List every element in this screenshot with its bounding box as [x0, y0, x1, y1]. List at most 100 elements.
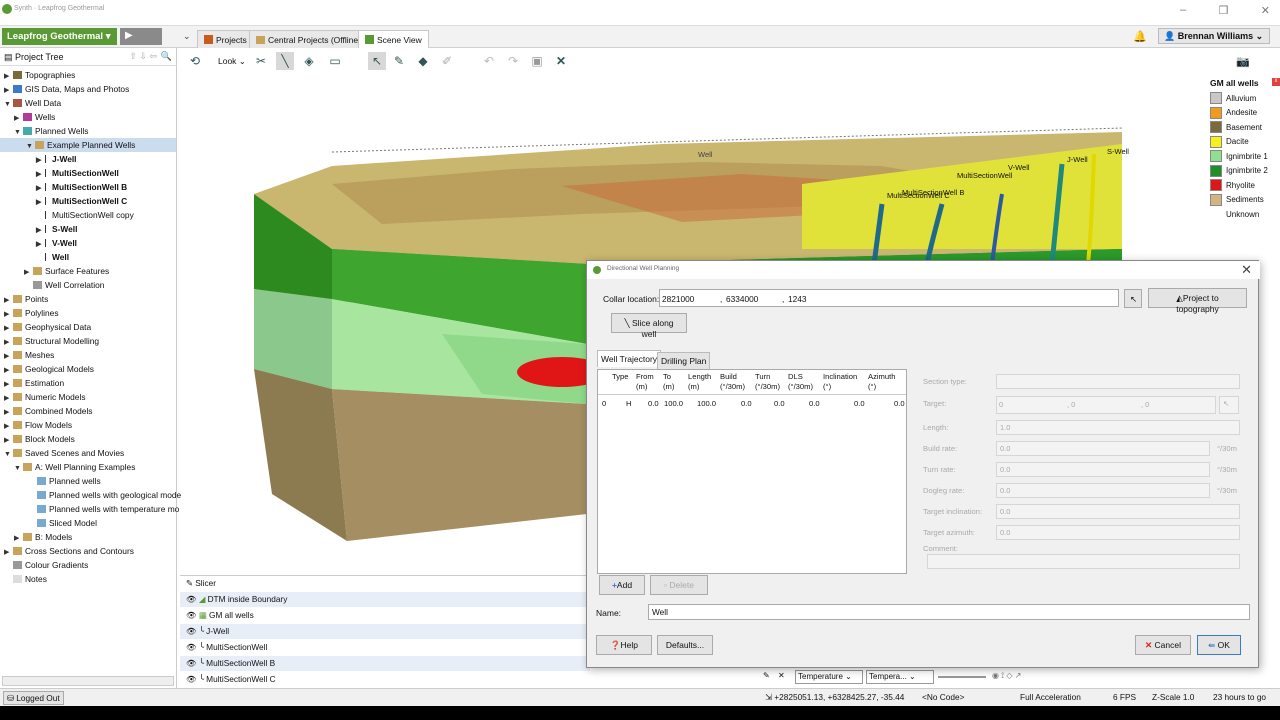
tree-item-meshes[interactable]: ▶ Meshes: [4, 348, 54, 362]
maximize-icon[interactable]: ❐: [1219, 4, 1229, 18]
tree-item-planned-wells-temp[interactable]: Planned wells with temperature mo: [36, 502, 179, 516]
tree-item-colour-gradients[interactable]: Colour Gradients: [4, 558, 88, 572]
gradient-select[interactable]: Tempera... ⌄: [866, 670, 934, 684]
tree-nav-icons[interactable]: ⇧ ⇩ ⇦: [129, 51, 157, 62]
target-field[interactable]: 0 , 0 , 0: [996, 396, 1216, 414]
select-icon[interactable]: ↖: [368, 52, 386, 70]
tree-item-gis[interactable]: ▶ GIS Data, Maps and Photos: [4, 82, 129, 96]
visibility-icons[interactable]: ◉ ⟟ ◇ ↗: [992, 671, 1021, 681]
camera-icon[interactable]: ⟲: [186, 52, 204, 70]
paint-icon[interactable]: ◆: [414, 52, 432, 70]
tree-item-example-planned-wells[interactable]: ▼ Example Planned Wells: [0, 138, 176, 152]
tree-item-planned-wells-scene[interactable]: Planned wells: [36, 474, 101, 488]
edit-icon[interactable]: ✎: [763, 671, 770, 680]
tree-item-geophysical[interactable]: ▶ Geophysical Data: [4, 320, 91, 334]
target-x[interactable]: 0: [999, 400, 1003, 409]
tree-item-well-planning-examples[interactable]: ▼ A: Well Planning Examples: [14, 460, 135, 474]
cancel-button[interactable]: ✕ Cancel: [1135, 635, 1191, 655]
collar-location-field[interactable]: 2821000 , 6334000 , 1243: [659, 289, 1119, 307]
tree-item-multisectionwell[interactable]: ▶ MultiSectionWell: [36, 166, 119, 180]
shown-item-msw[interactable]: 👁 ╰ MultiSectionWell: [180, 640, 590, 655]
chevron-down-icon[interactable]: ⌄: [183, 31, 191, 42]
bell-icon[interactable]: 🔔: [1133, 30, 1147, 43]
opacity-slider[interactable]: [938, 676, 986, 678]
target-z[interactable]: , 0: [1141, 400, 1149, 409]
tree-item-s-well[interactable]: ▶ S-Well: [36, 222, 77, 236]
user-menu[interactable]: 👤 Brennan Williams ⌄: [1158, 28, 1270, 44]
logged-out-button[interactable]: ⛁ Logged Out: [3, 691, 64, 705]
dialog-close-icon[interactable]: ✕: [1241, 262, 1252, 278]
tab-drilling-plan[interactable]: Drilling Plan: [657, 352, 711, 369]
screenshot-camera-icon[interactable]: 📷: [1236, 55, 1250, 68]
colour-select[interactable]: Temperature ⌄: [795, 670, 863, 684]
search-icon[interactable]: 🔍: [161, 51, 172, 62]
delete-button[interactable]: ▫ Delete: [650, 575, 708, 595]
tree-item-saved-scenes[interactable]: ▼ Saved Scenes and Movies: [4, 446, 124, 460]
help-button[interactable]: ❓Help: [596, 635, 652, 655]
remove-icon[interactable]: ✕: [778, 671, 785, 680]
name-input[interactable]: Well: [648, 604, 1250, 620]
ruler-icon[interactable]: ╲: [276, 52, 294, 70]
length-input[interactable]: 1.0: [996, 420, 1240, 435]
tree-item-notes[interactable]: Notes: [4, 572, 47, 586]
tree-item-planned-wells[interactable]: ▼ Planned Wells: [14, 124, 88, 138]
build-rate-input[interactable]: 0.0: [996, 441, 1210, 456]
eye-icon[interactable]: 👁: [186, 626, 197, 636]
add-button[interactable]: +Add: [599, 575, 645, 595]
tree-item-surface-features[interactable]: ▶ Surface Features: [24, 264, 109, 278]
tree-item-well-data[interactable]: ▼ Well Data: [4, 96, 61, 110]
slice-along-well-button[interactable]: ╲ Slice along well: [611, 313, 687, 339]
eye-icon[interactable]: 👁: [186, 674, 197, 684]
shown-item-mswc[interactable]: 👁 ╰ MultiSectionWell C: [180, 672, 590, 687]
close-tool-icon[interactable]: ✕: [552, 52, 570, 70]
target-y[interactable]: , 0: [1067, 400, 1075, 409]
tree-item-estimation[interactable]: ▶ Estimation: [4, 376, 64, 390]
tree-item-v-well[interactable]: ▶ V-Well: [36, 236, 77, 250]
box-icon[interactable]: ▭: [326, 52, 344, 70]
target-inclination-input[interactable]: 0.0: [996, 504, 1240, 519]
tree-item-planned-wells-geo[interactable]: Planned wells with geological mode: [36, 488, 181, 502]
collar-z-input[interactable]: 1243: [788, 294, 806, 304]
collar-x-input[interactable]: 2821000: [662, 294, 694, 304]
eye-icon[interactable]: 👁: [186, 610, 197, 620]
eye-icon[interactable]: 👁: [186, 642, 197, 652]
app-menu-button[interactable]: Leapfrog Geothermal ▾: [2, 28, 117, 45]
draw-line-icon[interactable]: ✎: [390, 52, 408, 70]
pencil-icon[interactable]: ✐: [438, 52, 456, 70]
comment-input[interactable]: [927, 554, 1240, 569]
legend-close-icon[interactable]: x: [1272, 78, 1280, 86]
tab-projects[interactable]: Projects: [197, 30, 254, 48]
tab-well-trajectory[interactable]: Well Trajectory: [597, 350, 662, 367]
shown-item-gm[interactable]: 👁 ▦ GM all wells: [180, 608, 590, 623]
minimize-icon[interactable]: –: [1180, 4, 1186, 18]
eye-icon[interactable]: 👁: [186, 658, 197, 668]
section-type-select[interactable]: [996, 374, 1240, 389]
tree-item-multisectionwell-b[interactable]: ▶ MultiSectionWell B: [36, 180, 127, 194]
tree-item-topographies[interactable]: ▶ Topographies: [4, 68, 75, 82]
tree-item-numeric-models[interactable]: ▶ Numeric Models: [4, 390, 86, 404]
slicer-icon[interactable]: ✂: [252, 52, 270, 70]
pick-collar-button[interactable]: ↖: [1124, 289, 1142, 308]
turn-rate-input[interactable]: 0.0: [996, 462, 1210, 477]
undo-icon[interactable]: ↶: [480, 52, 498, 70]
shown-item-slicer[interactable]: ✎ Slicer: [180, 576, 590, 591]
table-row[interactable]: 0 H 0.0 100.0 100.0 0.0 0.0 0.0 0.0 0.0: [598, 397, 906, 409]
tab-central-projects[interactable]: Central Projects (Offline): [249, 30, 368, 48]
tree-item-structural[interactable]: ▶ Structural Modelling: [4, 334, 99, 348]
pick-target-button[interactable]: ↖: [1219, 396, 1239, 414]
tree-item-multisectionwell-c[interactable]: ▶ MultiSectionWell C: [36, 194, 127, 208]
tree-item-flow-models[interactable]: ▶ Flow Models: [4, 418, 72, 432]
tree-item-well-correlation[interactable]: Well Correlation: [24, 278, 104, 292]
redo-icon[interactable]: ↷: [504, 52, 522, 70]
collar-y-input[interactable]: 6334000: [726, 294, 758, 304]
dogleg-rate-input[interactable]: 0.0: [996, 483, 1210, 498]
play-button[interactable]: ▶: [120, 28, 162, 45]
target-azimuth-input[interactable]: 0.0: [996, 525, 1240, 540]
project-to-topography-button[interactable]: ◭Project to topography: [1148, 288, 1247, 314]
close-icon[interactable]: ✕: [1261, 4, 1270, 18]
tab-scene-view[interactable]: Scene View: [358, 30, 429, 48]
tree-item-well[interactable]: Well: [36, 250, 69, 264]
tree-item-wells[interactable]: ▶ Wells: [14, 110, 55, 124]
cube-tool-icon[interactable]: ◈: [300, 52, 318, 70]
tree-item-multisectionwell-copy[interactable]: MultiSectionWell copy: [36, 208, 134, 222]
